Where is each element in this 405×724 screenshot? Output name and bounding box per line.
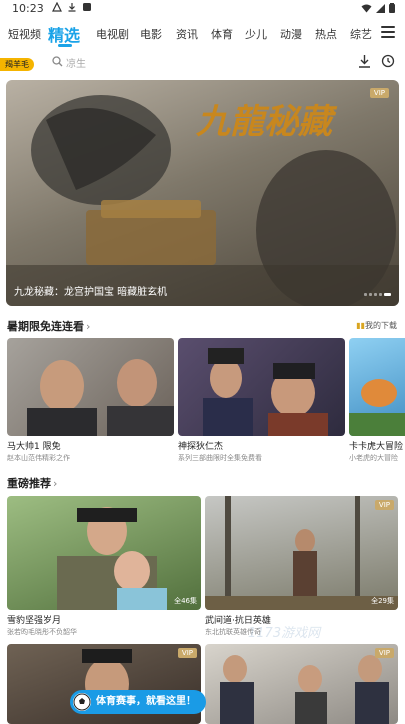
active-tab-indicator: [58, 44, 72, 47]
episode-count: 全46集: [174, 597, 197, 605]
tab-short-video[interactable]: 短视频: [8, 26, 41, 42]
item-subtitle: 张若昀毛晓彤不负韶华: [7, 628, 77, 636]
vip-badge: VIP: [374, 648, 394, 658]
search-placeholder: 凉生: [66, 59, 86, 70]
item-title: 神探狄仁杰: [178, 442, 224, 452]
my-downloads-label: 我的下载: [365, 321, 397, 330]
my-downloads-link[interactable]: ▮▮我的下载: [356, 320, 397, 331]
search-row: 羯羊毛 凉生: [0, 50, 405, 74]
section-recommended[interactable]: 重磅推荐 ›: [7, 475, 57, 491]
hero-banner[interactable]: 九龍秘藏 VIP 九龙秘藏：龙宫护国宝 暗藏脏玄机: [6, 80, 399, 306]
download-icon[interactable]: [358, 54, 371, 68]
tab-kids[interactable]: 少儿: [245, 26, 267, 42]
poster-image: [178, 338, 345, 436]
poster-image: [349, 338, 405, 436]
list-item[interactable]: 马大帅1 限免 赵本山范伟精彩之作: [7, 338, 174, 463]
status-time: 10:23: [12, 2, 44, 15]
banner-title-art: 九龍秘藏: [196, 102, 332, 142]
chevron-right-icon: ›: [86, 320, 91, 333]
list-item[interactable]: 卡卡虎大冒险 小老虎的大冒险: [349, 338, 405, 463]
banner-caption: 九龙秘藏：龙宫护国宝 暗藏脏玄机: [14, 287, 168, 298]
list-item[interactable]: 神探狄仁杰 系列三部曲限时全集免费看: [178, 338, 345, 463]
list-item[interactable]: 全46集 雪豹坚强岁月 张若昀毛晓彤不负韶华: [7, 496, 201, 637]
tab-movies[interactable]: 电影: [140, 26, 162, 42]
poster-image: VIP: [205, 644, 398, 724]
item-title: 雪豹坚强岁月: [7, 616, 62, 626]
soccer-ball-icon: [73, 693, 91, 711]
poster-image: VIP 全29集: [205, 496, 398, 610]
poster-image: 全46集: [7, 496, 201, 610]
item-subtitle: 系列三部曲限时全集免费看: [178, 454, 262, 462]
item-title: 卡卡虎大冒险: [349, 442, 404, 452]
search-icon: [52, 56, 63, 67]
item-subtitle: 小老虎的大冒险: [349, 454, 398, 462]
item-title: 马大帅1 限免: [7, 442, 61, 452]
banner-pagination: [364, 293, 391, 296]
vip-badge: VIP: [369, 88, 389, 98]
poster-image: [7, 338, 174, 436]
tab-news[interactable]: 资讯: [176, 26, 198, 42]
category-nav: 短视频 精选 电视剧 电影 资讯 体育 少儿 动漫 热点 综艺: [0, 18, 405, 48]
tab-tv-series[interactable]: 电视剧: [96, 26, 129, 42]
status-bar: 10:23: [0, 0, 405, 18]
item-subtitle: 赵本山范伟精彩之作: [7, 454, 70, 462]
search-input[interactable]: 凉生: [46, 52, 346, 72]
vip-badge: VIP: [374, 500, 394, 510]
download-folder-icon: ▮▮: [356, 321, 365, 330]
notification-icons: [52, 2, 92, 12]
battery-icon: [389, 3, 395, 13]
app-notification-icon: [83, 3, 91, 11]
vip-badge: VIP: [177, 648, 197, 658]
system-icons: [361, 3, 395, 13]
signal-icon: [376, 3, 385, 13]
section-summer-free[interactable]: 暑期限免连连看 ›: [7, 318, 90, 334]
episode-count: 全29集: [371, 597, 394, 605]
sports-events-label: 体育赛事，就看这里！: [96, 696, 196, 707]
download-notification-icon: [68, 3, 76, 12]
tab-anime[interactable]: 动漫: [280, 26, 302, 42]
promo-badge[interactable]: 羯羊毛: [0, 58, 34, 71]
section-title: 重磅推荐: [7, 477, 51, 490]
tab-variety[interactable]: 综艺: [350, 26, 372, 42]
section-title: 暑期限免连连看: [7, 320, 84, 333]
list-item[interactable]: VIP: [205, 644, 398, 724]
tab-sports[interactable]: 体育: [211, 26, 233, 42]
history-icon[interactable]: [381, 54, 395, 68]
wifi-icon: [361, 4, 372, 12]
watermark: 1173游戏网: [248, 626, 321, 641]
list-item[interactable]: VIP 全29集 武间道·抗日英雄 东北抗联英雄传奇: [205, 496, 398, 637]
tab-hot[interactable]: 热点: [315, 26, 337, 42]
sports-events-button[interactable]: 体育赛事，就看这里！: [70, 690, 206, 714]
chevron-right-icon: ›: [53, 477, 58, 490]
tab-featured[interactable]: 精选: [48, 22, 80, 46]
menu-icon[interactable]: [381, 26, 395, 38]
alert-icon: [52, 2, 62, 12]
